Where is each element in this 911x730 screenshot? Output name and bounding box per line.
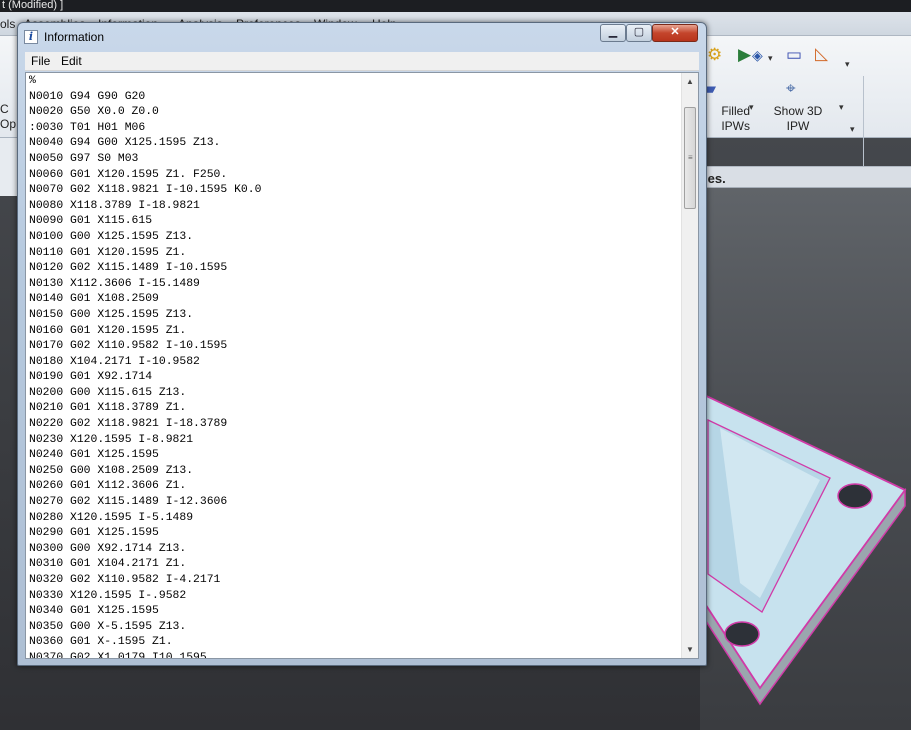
code-line: N0160 G01 X120.1595 Z1. <box>29 324 187 337</box>
minimize-button[interactable]: ▁ <box>600 24 626 42</box>
window-menu-bar: File Edit <box>25 52 699 71</box>
show-3d-ipw-icon[interactable]: ⌖ <box>786 80 796 98</box>
filled-ipws-button[interactable]: Filled IPWs <box>700 104 750 134</box>
code-line: N0140 G01 X108.2509 <box>29 293 159 306</box>
code-line: N0100 G00 X125.1595 Z13. <box>29 230 194 243</box>
code-line: N0250 G00 X108.2509 Z13. <box>29 464 194 477</box>
code-line: N0050 G97 S0 M03 <box>29 152 139 165</box>
code-line: N0290 G01 X125.1595 <box>29 527 159 540</box>
code-line: N0280 X120.1595 I-5.1489 <box>29 511 194 524</box>
code-line: N0170 G02 X110.9582 I-10.1595 <box>29 340 228 353</box>
window-title-bar[interactable]: i Information ▁ ▢ ✕ <box>18 23 706 51</box>
grip-icon: ≡ <box>688 153 693 162</box>
ribbon-left-label[interactable]: C Op <box>0 102 16 132</box>
gear-icon[interactable]: ⚙ <box>707 46 722 64</box>
code-line: % <box>29 75 36 87</box>
code-line: N0300 G00 X92.1714 Z13. <box>29 542 187 555</box>
information-window: i Information ▁ ▢ ✕ File Edit % N0010 G94… <box>17 22 707 666</box>
code-line: N0190 G01 X92.1714 <box>29 371 153 384</box>
code-line: N0150 G00 X125.1595 Z13. <box>29 308 194 321</box>
code-line: N0370 G02 X1.0179 I10.1595 <box>29 651 207 658</box>
target-icon[interactable]: ◈ <box>752 46 763 64</box>
menu-file[interactable]: File <box>31 54 50 68</box>
nc-program-listing[interactable]: % N0010 G94 G90 G20 N0020 G50 X0.0 Z0.0 :00… <box>29 74 681 658</box>
code-line: N0330 X120.1595 I-.9582 <box>29 589 187 602</box>
code-line: N0310 G01 X104.2171 Z1. <box>29 558 187 571</box>
code-line: N0340 G01 X125.1595 <box>29 605 159 618</box>
play-icon[interactable]: ▶ <box>738 46 751 64</box>
chevron-down-icon[interactable]: ▾ <box>845 55 850 73</box>
window-title: Information <box>44 30 105 44</box>
chevron-down-icon[interactable]: ▾ <box>839 98 844 116</box>
vertical-scrollbar[interactable]: ▲ ≡ ▼ <box>681 73 698 658</box>
code-line: N0010 G94 G90 G20 <box>29 90 146 103</box>
app-title: t (Modified) ] <box>2 0 64 11</box>
code-line: N0060 G01 X120.1595 Z1. F250. <box>29 168 228 181</box>
code-line: N0320 G02 X110.9582 I-4.2171 <box>29 574 221 586</box>
code-line: N0110 G01 X120.1595 Z1. <box>29 246 187 259</box>
ribbon-divider <box>863 76 864 170</box>
code-line: N0230 X120.1595 I-8.9821 <box>29 433 194 446</box>
arrow-up-icon[interactable]: ▲ <box>682 73 698 90</box>
arrow-down-icon[interactable]: ▼ <box>682 641 698 658</box>
code-line: N0070 G02 X118.9821 I-10.1595 K0.0 <box>29 184 262 197</box>
show-3d-ipw-button[interactable]: Show 3D IPW <box>764 104 832 134</box>
code-line: N0090 G01 X115.615 <box>29 215 153 228</box>
code-line: N0120 G02 X115.1489 I-10.1595 <box>29 262 228 275</box>
code-line: :0030 T01 H01 M06 <box>29 121 146 134</box>
status-text: ies. <box>704 171 726 186</box>
code-line: N0360 G01 X-.1595 Z1. <box>29 636 173 649</box>
graphics-viewport[interactable] <box>700 188 911 730</box>
code-line: N0210 G01 X118.3789 Z1. <box>29 402 187 415</box>
information-text-area[interactable]: % N0010 G94 G90 G20 N0020 G50 X0.0 Z0.0 :00… <box>25 72 699 659</box>
code-line: N0040 G94 G00 X125.1595 Z13. <box>29 137 221 150</box>
menu-edit[interactable]: Edit <box>61 54 82 68</box>
code-line: N0200 G00 X115.615 Z13. <box>29 386 187 399</box>
code-line: N0260 G01 X112.3606 Z1. <box>29 480 187 493</box>
code-line: N0130 X112.3606 I-15.1489 <box>29 277 200 290</box>
code-line: N0080 X118.3789 I-18.9821 <box>29 199 200 212</box>
ruler-icon[interactable]: ▭ <box>786 46 802 64</box>
scrollbar-thumb[interactable]: ≡ <box>684 107 696 209</box>
status-strip: ies. <box>700 166 911 188</box>
info-icon: i <box>24 30 38 44</box>
code-line: N0350 G00 X-5.1595 Z13. <box>29 620 187 633</box>
code-line: N0180 X104.2171 I-10.9582 <box>29 355 200 368</box>
menu-tools[interactable]: ols <box>0 17 15 31</box>
code-line: N0240 G01 X125.1595 <box>29 449 159 462</box>
maximize-button[interactable]: ▢ <box>626 24 652 42</box>
set-square-icon[interactable]: ◺ <box>815 45 828 63</box>
app-title-bar: t (Modified) ] <box>0 0 911 12</box>
close-button[interactable]: ✕ <box>652 24 698 42</box>
chevron-down-icon[interactable]: ▾ <box>850 120 855 138</box>
code-line: N0020 G50 X0.0 Z0.0 <box>29 106 159 119</box>
code-line: N0220 G02 X118.9821 I-18.3789 <box>29 418 228 431</box>
machined-part-model[interactable] <box>700 188 911 730</box>
chevron-down-icon[interactable]: ▾ <box>768 49 773 67</box>
code-line: N0270 G02 X115.1489 I-12.3606 <box>29 496 228 509</box>
